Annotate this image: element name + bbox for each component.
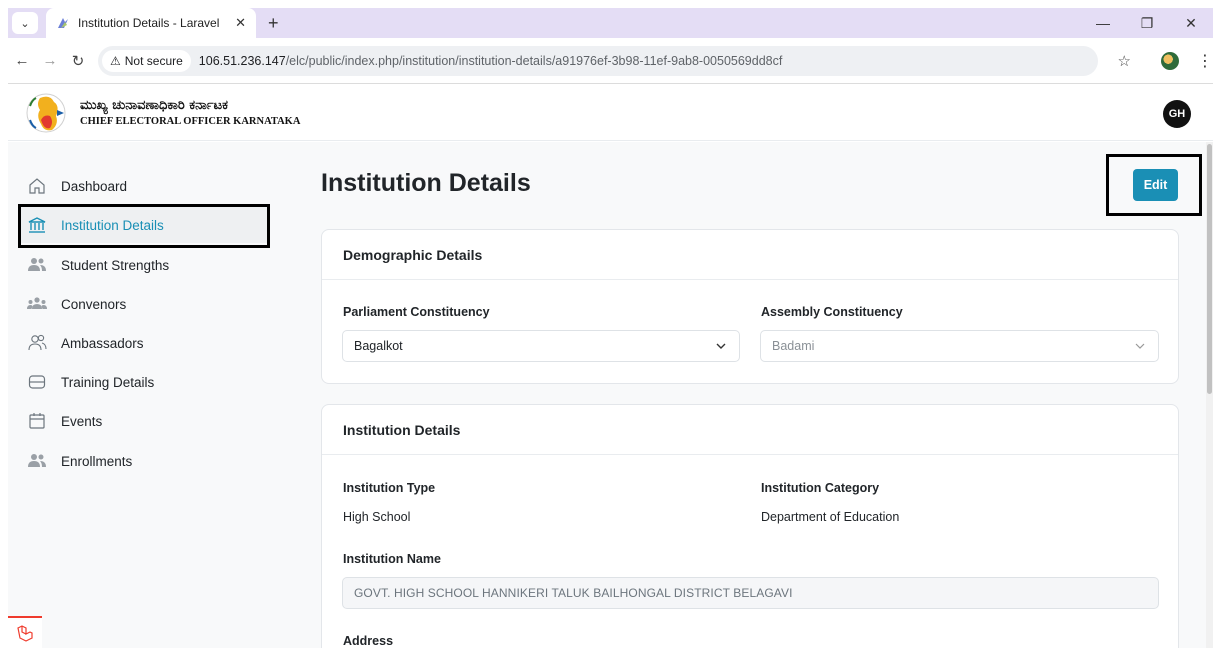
assembly-constituency-label: Assembly Constituency: [761, 305, 903, 319]
assembly-constituency-value: Badami: [772, 339, 815, 353]
bookmark-star-icon[interactable]: ☆: [1118, 52, 1131, 70]
sidebar-item-events[interactable]: Events: [18, 403, 268, 439]
card-heading: Demographic Details: [322, 230, 1178, 280]
back-arrow-icon[interactable]: ←: [8, 52, 36, 69]
logo-english-text: CHIEF ELECTORAL OFFICER KARNATAKA: [80, 116, 301, 127]
institution-details-card: Institution Details Institution Type Hig…: [321, 404, 1179, 648]
page-title: Institution Details: [321, 169, 531, 197]
institution-category-label: Institution Category: [761, 481, 880, 495]
sidebar-item-dashboard[interactable]: Dashboard: [18, 168, 268, 204]
demographic-details-card: Demographic Details Parliament Constitue…: [321, 229, 1179, 384]
sidebar-item-training-details[interactable]: Training Details: [18, 364, 268, 400]
users-icon: [26, 256, 48, 274]
parliament-constituency-value: Bagalkot: [354, 339, 403, 353]
sidebar-item-label: Training Details: [61, 374, 155, 390]
sidebar-item-institution-details[interactable]: Institution Details: [18, 207, 268, 243]
ceo-karnataka-logo[interactable]: ಮುಖ್ಯ ಚುನಾವಣಾಧಿಕಾರಿ ಕರ್ನಾಟಕ CHIEF ELECTO…: [26, 90, 300, 136]
edit-button[interactable]: Edit: [1133, 169, 1178, 201]
browser-toolbar: ← → ↻ ⚠ Not secure 106.51.236.147/elc/pu…: [8, 38, 1213, 84]
institution-name-value: GOVT. HIGH SCHOOL HANNIKERI TALUK BAILHO…: [354, 586, 793, 600]
institution-category-value: Department of Education: [761, 510, 900, 524]
url-text: 106.51.236.147/elc/public/index.php/inst…: [199, 54, 783, 68]
calendar-icon: [26, 412, 48, 430]
institution-name-label: Institution Name: [343, 552, 441, 566]
scrollbar-thumb[interactable]: [1207, 144, 1212, 394]
logo-kannada-text: ಮುಖ್ಯ ಚುನಾವಣಾಧಿಕಾರಿ ಕರ್ನಾಟಕ: [80, 98, 228, 113]
sidebar-item-label: Student Strengths: [61, 257, 170, 273]
parliament-constituency-select[interactable]: Bagalkot: [342, 330, 740, 362]
group-icon: [26, 295, 48, 313]
address-label: Address: [343, 634, 394, 648]
sidebar-item-label: Institution Details: [61, 217, 164, 233]
security-label: Not secure: [124, 53, 183, 68]
people-outline-icon: [26, 334, 48, 352]
sidebar-item-label: Convenors: [61, 296, 127, 312]
new-tab-icon[interactable]: +: [268, 13, 279, 34]
url-host: 106.51.236.147: [198, 53, 286, 68]
laravel-favicon-icon: [56, 16, 70, 30]
sidebar-item-enrollments[interactable]: Enrollments: [18, 443, 268, 479]
page-scrollbar[interactable]: [1206, 142, 1213, 648]
card-heading: Institution Details: [322, 405, 1178, 455]
user-avatar[interactable]: GH: [1163, 100, 1191, 128]
reload-icon[interactable]: ↻: [64, 52, 92, 70]
browser-tab[interactable]: Institution Details - Laravel ✕: [46, 8, 256, 38]
home-icon: [26, 177, 48, 195]
warning-icon: ⚠: [110, 53, 121, 68]
browser-tab-bar: ⌄ Institution Details - Laravel ✕ + — ❐ …: [8, 8, 1213, 38]
page-body: Dashboard Institution Details Student St…: [8, 142, 1206, 648]
tab-title: Institution Details - Laravel: [78, 16, 220, 30]
sidebar-item-label: Enrollments: [61, 453, 133, 469]
institution-name-field[interactable]: GOVT. HIGH SCHOOL HANNIKERI TALUK BAILHO…: [342, 577, 1159, 609]
users-icon: [26, 452, 48, 470]
app-header: ಮುಖ್ಯ ಚುನಾವಣಾಧಿಕಾರಿ ಕರ್ನಾಟಕ CHIEF ELECTO…: [8, 85, 1213, 141]
sidebar-item-label: Events: [61, 413, 103, 429]
parliament-constituency-label: Parliament Constituency: [343, 305, 490, 319]
url-path: /elc/public/index.php/institution/instit…: [285, 53, 783, 68]
database-icon: [26, 373, 48, 391]
restore-icon[interactable]: ❐: [1125, 15, 1169, 32]
laravel-debugbar-icon[interactable]: [8, 616, 42, 648]
browser-menu-icon[interactable]: ⋮: [1197, 51, 1213, 71]
security-chip[interactable]: ⚠ Not secure: [102, 49, 191, 72]
main-content: Institution Details Edit Demographic Det…: [321, 142, 1202, 648]
address-bar[interactable]: ⚠ Not secure 106.51.236.147/elc/public/i…: [98, 45, 1098, 76]
tab-search-dropdown[interactable]: ⌄: [12, 12, 38, 34]
sidebar-item-label: Ambassadors: [61, 335, 144, 351]
assembly-constituency-select[interactable]: Badami: [760, 330, 1159, 362]
sidebar-item-student-strengths[interactable]: Student Strengths: [18, 247, 268, 283]
bank-icon: [26, 216, 48, 234]
sidebar: Dashboard Institution Details Student St…: [8, 142, 270, 648]
minimize-icon[interactable]: —: [1081, 15, 1125, 31]
tab-close-icon[interactable]: ✕: [235, 15, 246, 31]
sidebar-item-convenors[interactable]: Convenors: [18, 286, 268, 322]
forward-arrow-icon[interactable]: →: [36, 52, 64, 69]
window-controls: — ❐ ✕: [1081, 8, 1213, 38]
sidebar-item-ambassadors[interactable]: Ambassadors: [18, 325, 268, 361]
institution-type-label: Institution Type: [343, 481, 436, 495]
chevron-down-icon: [1135, 343, 1145, 349]
logo-text: ಮುಖ್ಯ ಚುನಾವಣಾಧಿಕಾರಿ ಕರ್ನಾಟಕ CHIEF ELECTO…: [80, 98, 300, 127]
browser-profile-icon[interactable]: [1161, 51, 1179, 70]
chevron-down-icon: [716, 343, 726, 349]
close-window-icon[interactable]: ✕: [1169, 15, 1213, 32]
karnataka-map-logo-icon: [26, 90, 72, 136]
institution-type-value: High School: [343, 510, 411, 524]
sidebar-item-label: Dashboard: [61, 178, 128, 194]
